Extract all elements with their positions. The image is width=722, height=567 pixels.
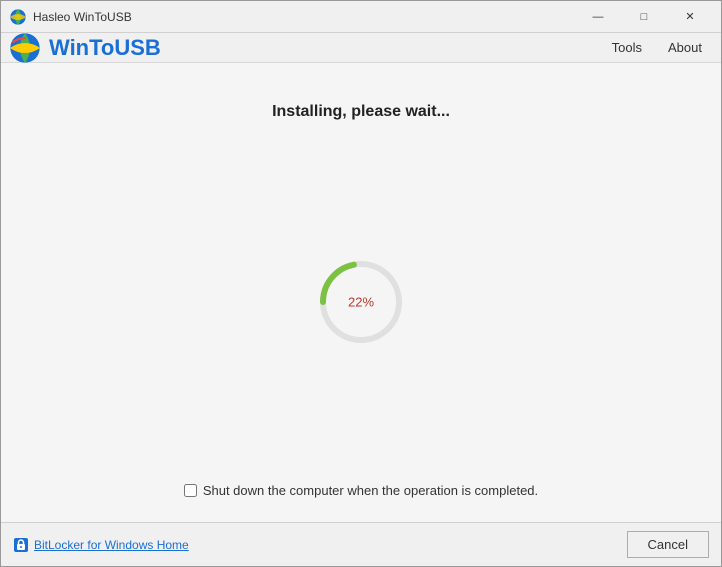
menu-bar: WinToUSB Tools About bbox=[1, 33, 721, 63]
cancel-button[interactable]: Cancel bbox=[627, 531, 709, 558]
menu-items: Tools About bbox=[601, 35, 713, 60]
about-menu[interactable]: About bbox=[657, 35, 713, 60]
shutdown-label: Shut down the computer when the operatio… bbox=[203, 483, 538, 498]
title-bar-controls: — □ ✕ bbox=[575, 1, 713, 33]
app-title: WinToUSB bbox=[49, 35, 161, 61]
bitlocker-icon bbox=[13, 537, 29, 553]
status-text: Installing, please wait... bbox=[272, 103, 450, 121]
bitlocker-link[interactable]: BitLocker for Windows Home bbox=[13, 537, 189, 553]
main-window: Hasleo WinToUSB — □ ✕ WinToUSB Tools bbox=[0, 0, 722, 567]
close-button[interactable]: ✕ bbox=[667, 1, 713, 33]
shutdown-checkbox[interactable] bbox=[184, 484, 197, 497]
footer-bar: BitLocker for Windows Home Cancel bbox=[1, 522, 721, 566]
main-content: Installing, please wait... 22% Shut down… bbox=[1, 63, 721, 522]
progress-area: 22% bbox=[316, 121, 406, 483]
bottom-area: Shut down the computer when the operatio… bbox=[1, 483, 721, 522]
title-bar-text: Hasleo WinToUSB bbox=[33, 10, 575, 24]
tools-menu[interactable]: Tools bbox=[601, 35, 653, 60]
progress-label: 22% bbox=[348, 295, 374, 310]
circular-progress: 22% bbox=[316, 257, 406, 347]
checkbox-area: Shut down the computer when the operatio… bbox=[184, 483, 538, 498]
app-logo: WinToUSB bbox=[9, 32, 161, 64]
app-logo-icon bbox=[9, 32, 41, 64]
app-icon-small bbox=[9, 8, 27, 26]
title-bar: Hasleo WinToUSB — □ ✕ bbox=[1, 1, 721, 33]
minimize-button[interactable]: — bbox=[575, 1, 621, 33]
maximize-button[interactable]: □ bbox=[621, 1, 667, 33]
